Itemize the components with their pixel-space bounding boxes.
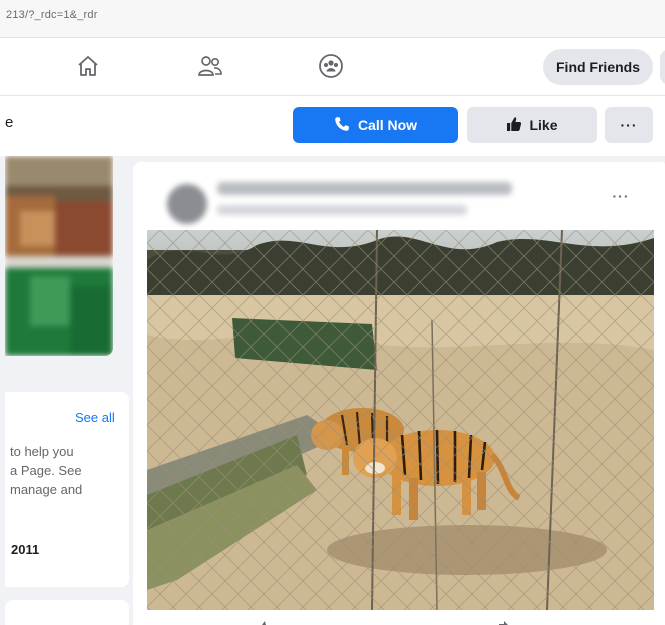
phone-icon	[334, 116, 350, 135]
avatar[interactable]	[167, 184, 207, 224]
post-meta-blurred	[217, 205, 467, 215]
post-more-button[interactable]: ···	[606, 186, 636, 206]
blurred-photo-thumbnail	[5, 156, 113, 356]
page-action-bar: e Call Now Like ···	[0, 96, 665, 156]
friends-icon[interactable]	[195, 51, 225, 81]
thumbs-up-icon[interactable]	[257, 618, 271, 625]
post-photo[interactable]	[147, 230, 654, 610]
thumbs-up-icon	[506, 116, 522, 135]
groups-icon[interactable]	[316, 51, 346, 81]
about-card: See all to help you a Page. See manage a…	[5, 392, 129, 587]
url-text: 213/?_rdc=1&_rdr	[6, 9, 98, 21]
photos-card[interactable]	[5, 156, 113, 356]
call-now-label: Call Now	[357, 117, 418, 133]
post-author-blurred[interactable]	[217, 182, 512, 195]
page-name: e	[5, 114, 14, 131]
find-friends-button[interactable]: Find Friends	[543, 49, 653, 85]
post-card: ···	[133, 162, 665, 625]
share-icon[interactable]	[497, 618, 511, 625]
about-intro-text: to help you a Page. See manage and	[10, 442, 125, 499]
about-intro-line: a Page. See	[10, 463, 82, 478]
browser-address-bar[interactable]: 213/?_rdc=1&_rdr	[0, 0, 665, 38]
top-navigation: Find Friends	[0, 38, 665, 96]
like-page-button[interactable]: Like	[467, 107, 597, 143]
like-label: Like	[529, 117, 558, 133]
home-icon[interactable]	[73, 51, 103, 81]
post-actions-bar	[147, 614, 654, 625]
created-year: 2011	[11, 542, 40, 557]
about-intro-line: to help you	[10, 444, 74, 459]
call-now-button[interactable]: Call Now	[293, 107, 458, 143]
see-all-link[interactable]: See all	[75, 410, 115, 425]
more-options-button[interactable]: ···	[605, 107, 653, 143]
about-intro-line: manage and	[10, 482, 83, 497]
next-sidebar-card	[5, 600, 129, 625]
menu-button[interactable]	[660, 49, 665, 85]
